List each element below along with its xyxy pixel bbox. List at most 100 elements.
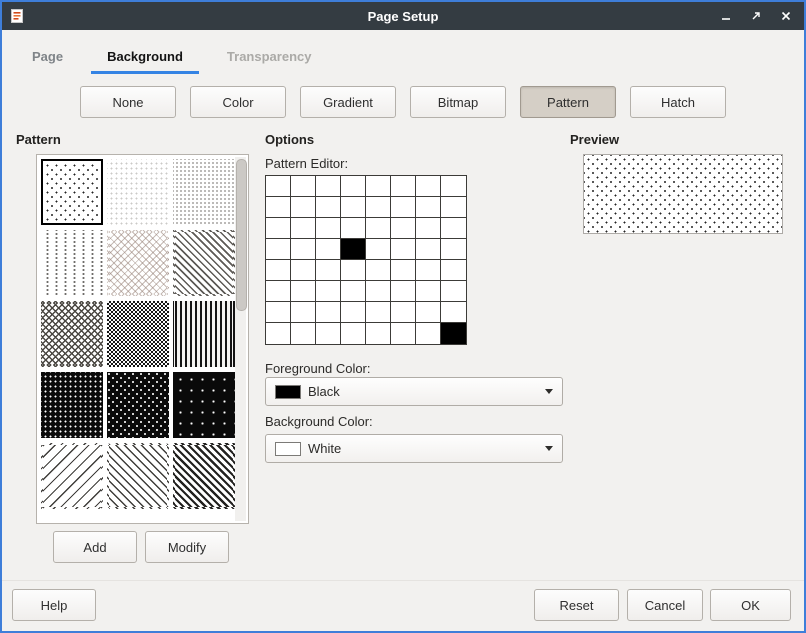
editor-cell-4-5[interactable]: [391, 260, 416, 281]
editor-cell-7-5[interactable]: [391, 323, 416, 344]
editor-cell-0-1[interactable]: [291, 176, 316, 197]
editor-cell-6-2[interactable]: [316, 302, 341, 323]
editor-cell-6-7[interactable]: [441, 302, 466, 323]
editor-cell-5-6[interactable]: [416, 281, 441, 302]
editor-cell-6-4[interactable]: [366, 302, 391, 323]
editor-cell-2-7[interactable]: [441, 218, 466, 239]
pattern-swatch-diag-thin-sparse[interactable]: [41, 443, 103, 509]
editor-cell-5-7[interactable]: [441, 281, 466, 302]
ok-button[interactable]: OK: [710, 589, 791, 621]
cancel-button[interactable]: Cancel: [627, 589, 703, 621]
editor-cell-5-4[interactable]: [366, 281, 391, 302]
editor-cell-6-0[interactable]: [266, 302, 291, 323]
pattern-swatch-dots-sparse[interactable]: [41, 159, 103, 225]
background-color-dropdown[interactable]: White: [265, 434, 563, 463]
editor-cell-7-1[interactable]: [291, 323, 316, 344]
editor-cell-1-1[interactable]: [291, 197, 316, 218]
help-button[interactable]: Help: [12, 589, 96, 621]
editor-cell-3-0[interactable]: [266, 239, 291, 260]
titlebar[interactable]: Page Setup: [2, 2, 804, 30]
editor-cell-6-6[interactable]: [416, 302, 441, 323]
editor-cell-7-7[interactable]: [441, 323, 466, 344]
editor-cell-2-1[interactable]: [291, 218, 316, 239]
editor-cell-3-4[interactable]: [366, 239, 391, 260]
tab-transparency[interactable]: Transparency: [211, 42, 328, 74]
reset-button[interactable]: Reset: [534, 589, 619, 621]
editor-cell-2-0[interactable]: [266, 218, 291, 239]
editor-cell-3-3[interactable]: [341, 239, 366, 260]
pattern-swatch-black-dots-sparse[interactable]: [173, 372, 235, 438]
editor-cell-0-4[interactable]: [366, 176, 391, 197]
editor-cell-4-1[interactable]: [291, 260, 316, 281]
pattern-swatch-black-dots-dense[interactable]: [41, 372, 103, 438]
editor-cell-2-2[interactable]: [316, 218, 341, 239]
tab-background[interactable]: Background: [91, 42, 199, 74]
editor-cell-3-7[interactable]: [441, 239, 466, 260]
pattern-swatch-dots-light[interactable]: [173, 159, 235, 225]
editor-cell-6-1[interactable]: [291, 302, 316, 323]
editor-cell-7-2[interactable]: [316, 323, 341, 344]
pattern-swatch-black-dots-med[interactable]: [107, 372, 169, 438]
editor-cell-0-6[interactable]: [416, 176, 441, 197]
editor-cell-5-3[interactable]: [341, 281, 366, 302]
pattern-swatch-dots-columns[interactable]: [41, 230, 103, 296]
editor-cell-1-5[interactable]: [391, 197, 416, 218]
editor-cell-0-7[interactable]: [441, 176, 466, 197]
editor-cell-5-1[interactable]: [291, 281, 316, 302]
pattern-swatch-vlines[interactable]: [173, 301, 235, 367]
editor-cell-4-6[interactable]: [416, 260, 441, 281]
editor-cell-5-2[interactable]: [316, 281, 341, 302]
editor-cell-4-0[interactable]: [266, 260, 291, 281]
editor-cell-1-4[interactable]: [366, 197, 391, 218]
editor-cell-0-0[interactable]: [266, 176, 291, 197]
maximize-button[interactable]: [749, 10, 762, 23]
fill-type-bitmap-button[interactable]: Bitmap: [410, 86, 506, 118]
editor-cell-1-2[interactable]: [316, 197, 341, 218]
editor-cell-5-0[interactable]: [266, 281, 291, 302]
editor-cell-0-5[interactable]: [391, 176, 416, 197]
editor-cell-1-3[interactable]: [341, 197, 366, 218]
editor-cell-3-5[interactable]: [391, 239, 416, 260]
pattern-swatch-diag-thin-med[interactable]: [107, 443, 169, 509]
editor-cell-0-2[interactable]: [316, 176, 341, 197]
scrollbar-thumb[interactable]: [236, 159, 247, 311]
pattern-swatch-cross-dark[interactable]: [41, 301, 103, 367]
editor-cell-2-6[interactable]: [416, 218, 441, 239]
fill-type-gradient-button[interactable]: Gradient: [300, 86, 396, 118]
tab-page[interactable]: Page: [16, 42, 79, 74]
editor-cell-3-2[interactable]: [316, 239, 341, 260]
add-button[interactable]: Add: [53, 531, 137, 563]
fill-type-none-button[interactable]: None: [80, 86, 176, 118]
editor-cell-2-4[interactable]: [366, 218, 391, 239]
editor-cell-7-4[interactable]: [366, 323, 391, 344]
editor-cell-4-4[interactable]: [366, 260, 391, 281]
editor-cell-2-5[interactable]: [391, 218, 416, 239]
modify-button[interactable]: Modify: [145, 531, 229, 563]
editor-cell-7-6[interactable]: [416, 323, 441, 344]
pattern-swatch-dots-faint[interactable]: [107, 159, 169, 225]
fill-type-color-button[interactable]: Color: [190, 86, 286, 118]
scrollbar-track[interactable]: [235, 157, 246, 521]
foreground-color-dropdown[interactable]: Black: [265, 377, 563, 406]
editor-cell-3-1[interactable]: [291, 239, 316, 260]
close-button[interactable]: [779, 10, 792, 23]
editor-cell-1-6[interactable]: [416, 197, 441, 218]
editor-cell-4-7[interactable]: [441, 260, 466, 281]
editor-cell-3-6[interactable]: [416, 239, 441, 260]
pattern-swatch-diag-dense[interactable]: [173, 443, 235, 509]
editor-cell-6-3[interactable]: [341, 302, 366, 323]
fill-type-hatch-button[interactable]: Hatch: [630, 86, 726, 118]
editor-cell-6-5[interactable]: [391, 302, 416, 323]
editor-cell-1-7[interactable]: [441, 197, 466, 218]
editor-cell-2-3[interactable]: [341, 218, 366, 239]
editor-cell-4-2[interactable]: [316, 260, 341, 281]
pattern-swatch-dither-50[interactable]: [107, 301, 169, 367]
fill-type-pattern-button[interactable]: Pattern: [520, 86, 616, 118]
editor-cell-5-5[interactable]: [391, 281, 416, 302]
editor-cell-0-3[interactable]: [341, 176, 366, 197]
editor-cell-7-3[interactable]: [341, 323, 366, 344]
editor-cell-1-0[interactable]: [266, 197, 291, 218]
editor-cell-4-3[interactable]: [341, 260, 366, 281]
pattern-swatch-diag-medium[interactable]: [173, 230, 235, 296]
minimize-button[interactable]: [719, 10, 732, 23]
